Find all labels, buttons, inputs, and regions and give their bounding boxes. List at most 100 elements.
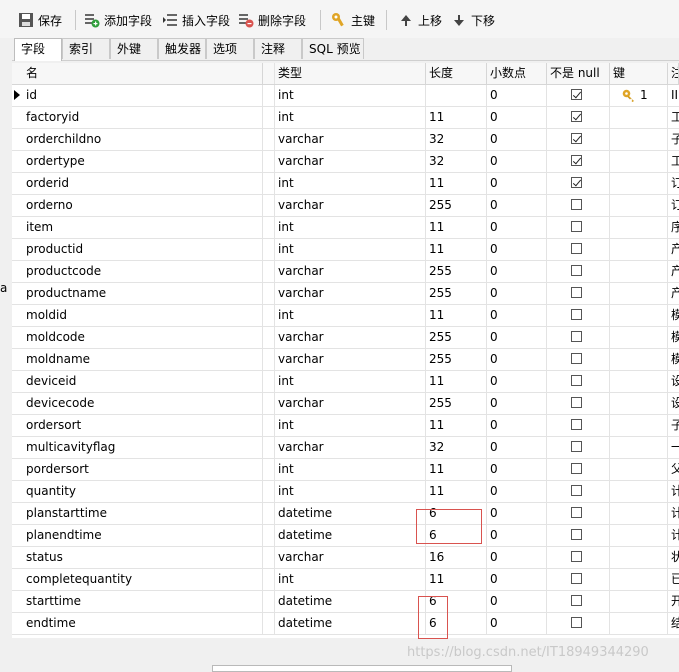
not-null-checkbox[interactable] bbox=[571, 375, 582, 386]
table-row[interactable]: orderchildno varchar 32 0 子 bbox=[12, 129, 679, 151]
not-null-checkbox[interactable] bbox=[571, 177, 582, 188]
field-key[interactable] bbox=[610, 525, 668, 546]
table-row[interactable]: planendtime datetime 6 0 计 bbox=[12, 525, 679, 547]
not-null-checkbox[interactable] bbox=[571, 89, 582, 100]
table-row[interactable]: quantity int 11 0 计 bbox=[12, 481, 679, 503]
field-length[interactable]: 11 bbox=[426, 85, 487, 106]
tab-comments[interactable]: 注释 bbox=[254, 38, 302, 59]
field-length[interactable]: 255 bbox=[426, 327, 487, 348]
delete-field-button[interactable]: 删除字段 bbox=[238, 9, 306, 31]
field-type[interactable]: varchar bbox=[275, 195, 426, 216]
field-name[interactable]: moldname bbox=[12, 349, 263, 370]
save-button[interactable]: 保存 bbox=[18, 9, 62, 31]
field-comment[interactable]: II bbox=[668, 85, 679, 106]
tab-sql-preview[interactable]: SQL 预览 bbox=[302, 38, 364, 59]
field-decimals[interactable]: 0 bbox=[487, 503, 547, 524]
not-null-checkbox[interactable] bbox=[571, 507, 582, 518]
field-length[interactable]: 255 bbox=[426, 195, 487, 216]
field-type[interactable]: int bbox=[275, 481, 426, 502]
table-row[interactable]: item int 11 0 序 bbox=[12, 217, 679, 239]
not-null-checkbox[interactable] bbox=[571, 463, 582, 474]
table-row[interactable]: starttime datetime 6 0 开 bbox=[12, 591, 679, 613]
column-header-name[interactable]: 名 bbox=[12, 63, 263, 84]
field-not-null[interactable] bbox=[547, 239, 610, 260]
field-name[interactable]: ordertype bbox=[12, 151, 263, 172]
field-comment[interactable]: 产 bbox=[668, 261, 679, 282]
field-decimals[interactable]: 0 bbox=[487, 481, 547, 502]
table-row[interactable]: ordersort int 11 0 子 bbox=[12, 415, 679, 437]
field-decimals[interactable]: 0 bbox=[487, 349, 547, 370]
field-not-null[interactable] bbox=[547, 195, 610, 216]
field-comment[interactable]: 结 bbox=[668, 613, 679, 634]
table-row[interactable]: planstarttime datetime 6 0 计 bbox=[12, 503, 679, 525]
field-length[interactable]: 255 bbox=[426, 283, 487, 304]
field-not-null[interactable] bbox=[547, 151, 610, 172]
not-null-checkbox[interactable] bbox=[571, 221, 582, 232]
field-comment[interactable]: 序 bbox=[668, 217, 679, 238]
field-decimals[interactable]: 0 bbox=[487, 327, 547, 348]
field-length[interactable]: 11 bbox=[426, 481, 487, 502]
field-not-null[interactable] bbox=[547, 415, 610, 436]
field-comment[interactable]: 设 bbox=[668, 393, 679, 414]
field-not-null[interactable] bbox=[547, 129, 610, 150]
field-length[interactable]: 255 bbox=[426, 349, 487, 370]
tab-options[interactable]: 选项 bbox=[206, 38, 254, 59]
field-comment[interactable]: 产 bbox=[668, 239, 679, 260]
field-comment[interactable]: 子 bbox=[668, 415, 679, 436]
field-not-null[interactable] bbox=[547, 459, 610, 480]
field-not-null[interactable] bbox=[547, 569, 610, 590]
field-key[interactable] bbox=[610, 261, 668, 282]
not-null-checkbox[interactable] bbox=[571, 133, 582, 144]
field-key[interactable] bbox=[610, 591, 668, 612]
table-row[interactable]: ordertype varchar 32 0 工 bbox=[12, 151, 679, 173]
field-type[interactable]: varchar bbox=[275, 261, 426, 282]
table-row[interactable]: factoryid int 11 0 工 bbox=[12, 107, 679, 129]
field-type[interactable]: varchar bbox=[275, 327, 426, 348]
field-name[interactable]: orderchildno bbox=[12, 129, 263, 150]
field-type[interactable]: varchar bbox=[275, 437, 426, 458]
field-decimals[interactable]: 0 bbox=[487, 151, 547, 172]
field-type[interactable]: int bbox=[275, 173, 426, 194]
field-type[interactable]: datetime bbox=[275, 503, 426, 524]
field-length[interactable]: 32 bbox=[426, 129, 487, 150]
field-not-null[interactable] bbox=[547, 613, 610, 634]
field-length[interactable]: 11 bbox=[426, 173, 487, 194]
field-name[interactable]: planstarttime bbox=[12, 503, 263, 524]
not-null-checkbox[interactable] bbox=[571, 617, 582, 628]
field-type[interactable]: int bbox=[275, 569, 426, 590]
field-not-null[interactable] bbox=[547, 547, 610, 568]
field-not-null[interactable] bbox=[547, 217, 610, 238]
field-comment[interactable]: 计 bbox=[668, 481, 679, 502]
field-key[interactable]: 1 bbox=[610, 85, 668, 106]
field-name[interactable]: id bbox=[12, 85, 263, 106]
field-key[interactable] bbox=[610, 195, 668, 216]
field-length[interactable]: 255 bbox=[426, 261, 487, 282]
field-not-null[interactable] bbox=[547, 173, 610, 194]
field-not-null[interactable] bbox=[547, 525, 610, 546]
field-not-null[interactable] bbox=[547, 393, 610, 414]
field-type[interactable]: int bbox=[275, 239, 426, 260]
table-row[interactable]: orderno varchar 255 0 订 bbox=[12, 195, 679, 217]
field-length[interactable]: 11 bbox=[426, 371, 487, 392]
field-type[interactable]: varchar bbox=[275, 393, 426, 414]
field-length[interactable]: 11 bbox=[426, 217, 487, 238]
table-row[interactable]: productid int 11 0 产 bbox=[12, 239, 679, 261]
field-decimals[interactable]: 0 bbox=[487, 283, 547, 304]
field-comment[interactable]: 计 bbox=[668, 525, 679, 546]
not-null-checkbox[interactable] bbox=[571, 265, 582, 276]
field-key[interactable] bbox=[610, 217, 668, 238]
not-null-checkbox[interactable] bbox=[571, 551, 582, 562]
field-not-null[interactable] bbox=[547, 437, 610, 458]
column-header-decimals[interactable]: 小数点 bbox=[487, 63, 547, 84]
table-row[interactable]: orderid int 11 0 订 bbox=[12, 173, 679, 195]
field-length[interactable]: 11 bbox=[426, 459, 487, 480]
not-null-checkbox[interactable] bbox=[571, 419, 582, 430]
table-row[interactable]: devicecode varchar 255 0 设 bbox=[12, 393, 679, 415]
field-key[interactable] bbox=[610, 349, 668, 370]
column-header-length[interactable]: 长度 bbox=[426, 63, 487, 84]
field-not-null[interactable] bbox=[547, 371, 610, 392]
table-row[interactable]: pordersort int 11 0 父 bbox=[12, 459, 679, 481]
table-row[interactable]: status varchar 16 0 状 bbox=[12, 547, 679, 569]
field-not-null[interactable] bbox=[547, 349, 610, 370]
field-name[interactable]: moldcode bbox=[12, 327, 263, 348]
